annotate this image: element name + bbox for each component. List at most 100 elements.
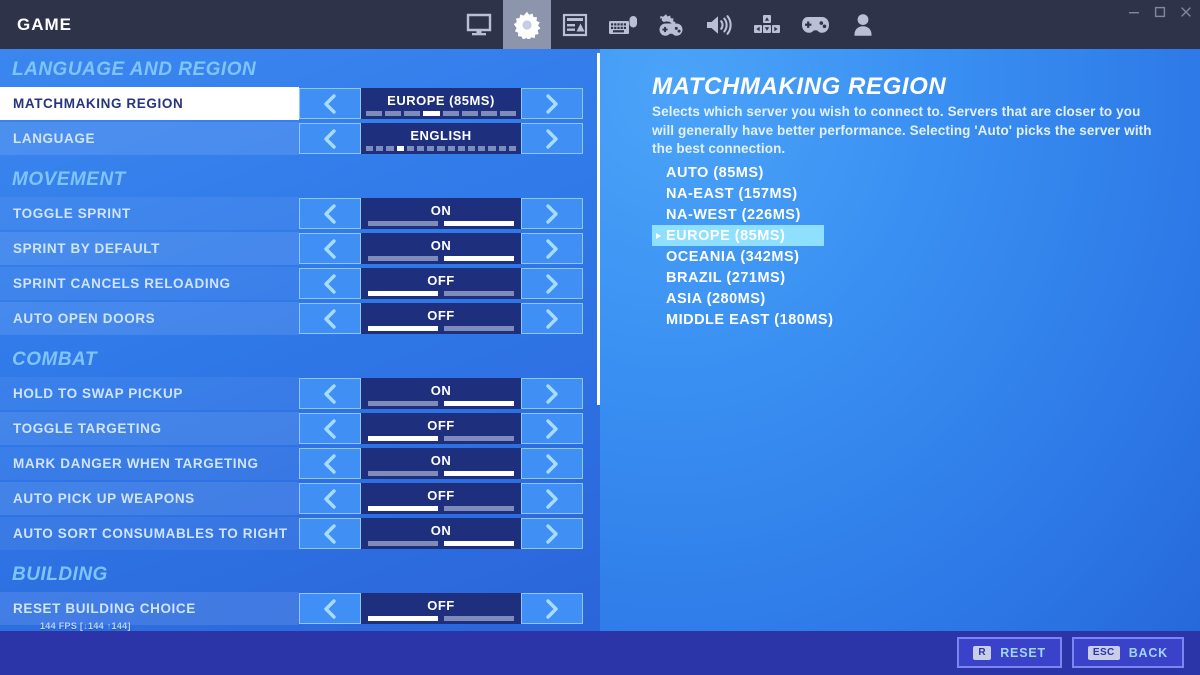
- setting-value-box[interactable]: ON: [361, 233, 521, 264]
- region-option[interactable]: NA-WEST (226MS): [652, 204, 1072, 225]
- previous-value-button[interactable]: [299, 303, 361, 334]
- hud-layout-icon: [562, 13, 588, 37]
- next-value-button[interactable]: [521, 303, 583, 334]
- next-value-button[interactable]: [521, 198, 583, 229]
- next-value-button[interactable]: [521, 413, 583, 444]
- setting-value-box[interactable]: OFF: [361, 593, 521, 624]
- region-option-label: NA-WEST (226MS): [666, 206, 801, 223]
- previous-value-button[interactable]: [299, 448, 361, 479]
- setting-value-box[interactable]: OFF: [361, 483, 521, 514]
- chevron-left-icon: [316, 450, 344, 478]
- setting-row[interactable]: AUTO PICK UP WEAPONS OFF: [0, 482, 600, 515]
- chevron-right-icon: [538, 595, 566, 623]
- tab-input[interactable]: [599, 0, 647, 49]
- segment-indicator: [444, 401, 514, 406]
- value-segment-bar: [368, 541, 514, 546]
- setting-label: TOGGLE TARGETING: [13, 421, 162, 436]
- setting-label-box: MARK DANGER WHEN TARGETING: [0, 447, 299, 480]
- next-value-button[interactable]: [521, 518, 583, 549]
- tab-account[interactable]: [839, 0, 887, 49]
- tab-gamepad[interactable]: [791, 0, 839, 49]
- next-value-button[interactable]: [521, 483, 583, 514]
- next-value-button[interactable]: [521, 268, 583, 299]
- setting-value-box[interactable]: ON: [361, 518, 521, 549]
- setting-value-box[interactable]: ENGLISH: [361, 123, 521, 154]
- setting-row[interactable]: AUTO SORT CONSUMABLES TO RIGHT ON: [0, 517, 600, 550]
- setting-value: OFF: [427, 488, 455, 503]
- setting-label-box: SPRINT BY DEFAULT: [0, 232, 299, 265]
- previous-value-button[interactable]: [299, 593, 361, 624]
- setting-row[interactable]: MATCHMAKING REGION EUROPE (85MS): [0, 87, 600, 120]
- speaker-icon: [705, 13, 733, 37]
- region-option[interactable]: NA-EAST (157MS): [652, 183, 1072, 204]
- tab-ui[interactable]: [551, 0, 599, 49]
- setting-value: ON: [430, 523, 452, 538]
- setting-row[interactable]: SPRINT BY DEFAULT ON: [0, 232, 600, 265]
- region-option[interactable]: BRAZIL (271MS): [652, 267, 1072, 288]
- previous-value-button[interactable]: [299, 268, 361, 299]
- previous-value-button[interactable]: [299, 483, 361, 514]
- tab-controller-config[interactable]: [647, 0, 695, 49]
- setting-row[interactable]: MARK DANGER WHEN TARGETING ON: [0, 447, 600, 480]
- setting-row[interactable]: TOGGLE TARGETING OFF: [0, 412, 600, 445]
- next-value-button[interactable]: [521, 593, 583, 624]
- setting-label-box: HOLD TO SWAP PICKUP: [0, 377, 299, 410]
- close-icon[interactable]: [1180, 6, 1192, 18]
- dpad-keys-icon: [752, 13, 782, 37]
- segment-indicator: [368, 221, 438, 226]
- region-option[interactable]: AUTO (85MS): [652, 162, 1072, 183]
- region-option-label: MIDDLE EAST (180MS): [666, 311, 834, 328]
- previous-value-button[interactable]: [299, 378, 361, 409]
- back-button[interactable]: ESC BACK: [1071, 637, 1184, 668]
- next-value-button[interactable]: [521, 88, 583, 119]
- setting-value-box[interactable]: OFF: [361, 413, 521, 444]
- previous-value-button[interactable]: [299, 123, 361, 154]
- reset-button[interactable]: R RESET: [957, 637, 1062, 668]
- setting-row[interactable]: SPRINT CANCELS RELOADING OFF: [0, 267, 600, 300]
- setting-value-box[interactable]: ON: [361, 448, 521, 479]
- maximize-icon[interactable]: [1154, 6, 1166, 18]
- setting-label: SPRINT CANCELS RELOADING: [13, 276, 231, 291]
- gamepad-icon: [800, 14, 830, 36]
- setting-value-box[interactable]: OFF: [361, 268, 521, 299]
- value-segment-bar: [368, 326, 514, 331]
- next-value-button[interactable]: [521, 378, 583, 409]
- region-option[interactable]: MIDDLE EAST (180MS): [652, 309, 1072, 330]
- minimize-icon[interactable]: [1128, 6, 1140, 18]
- segment-indicator: [444, 506, 514, 511]
- previous-value-button[interactable]: [299, 233, 361, 264]
- region-option[interactable]: EUROPE (85MS): [652, 225, 824, 246]
- next-value-button[interactable]: [521, 123, 583, 154]
- setting-value-box[interactable]: ON: [361, 378, 521, 409]
- region-option[interactable]: ASIA (280MS): [652, 288, 1072, 309]
- setting-row[interactable]: LANGUAGE ENGLISH: [0, 122, 600, 155]
- previous-value-button[interactable]: [299, 198, 361, 229]
- setting-value: EUROPE (85MS): [387, 93, 495, 108]
- previous-value-button[interactable]: [299, 88, 361, 119]
- detail-description: Selects which server you wish to connect…: [652, 104, 1152, 156]
- next-value-button[interactable]: [521, 233, 583, 264]
- setting-row[interactable]: TOGGLE SPRINT ON: [0, 197, 600, 230]
- setting-label-box: TOGGLE SPRINT: [0, 197, 299, 230]
- region-option[interactable]: OCEANIA (342MS): [652, 246, 1072, 267]
- tab-game[interactable]: [503, 0, 551, 49]
- setting-value: OFF: [427, 308, 455, 323]
- segment-indicator: [444, 326, 514, 331]
- segment-indicator: [368, 616, 438, 621]
- next-value-button[interactable]: [521, 448, 583, 479]
- segment-indicator: [444, 471, 514, 476]
- setting-value-box[interactable]: OFF: [361, 303, 521, 334]
- previous-value-button[interactable]: [299, 518, 361, 549]
- tab-video[interactable]: [455, 0, 503, 49]
- setting-row[interactable]: AUTO OPEN DOORS OFF: [0, 302, 600, 335]
- setting-row[interactable]: HOLD TO SWAP PICKUP ON: [0, 377, 600, 410]
- key-badge: ESC: [1087, 645, 1120, 660]
- region-option-label: EUROPE (85MS): [666, 227, 786, 244]
- tab-movement-keys[interactable]: [743, 0, 791, 49]
- tab-audio[interactable]: [695, 0, 743, 49]
- setting-label: AUTO SORT CONSUMABLES TO RIGHT: [13, 526, 288, 541]
- setting-value-box[interactable]: EUROPE (85MS): [361, 88, 521, 119]
- section-heading: LANGUAGE AND REGION: [12, 59, 257, 80]
- setting-value-box[interactable]: ON: [361, 198, 521, 229]
- previous-value-button[interactable]: [299, 413, 361, 444]
